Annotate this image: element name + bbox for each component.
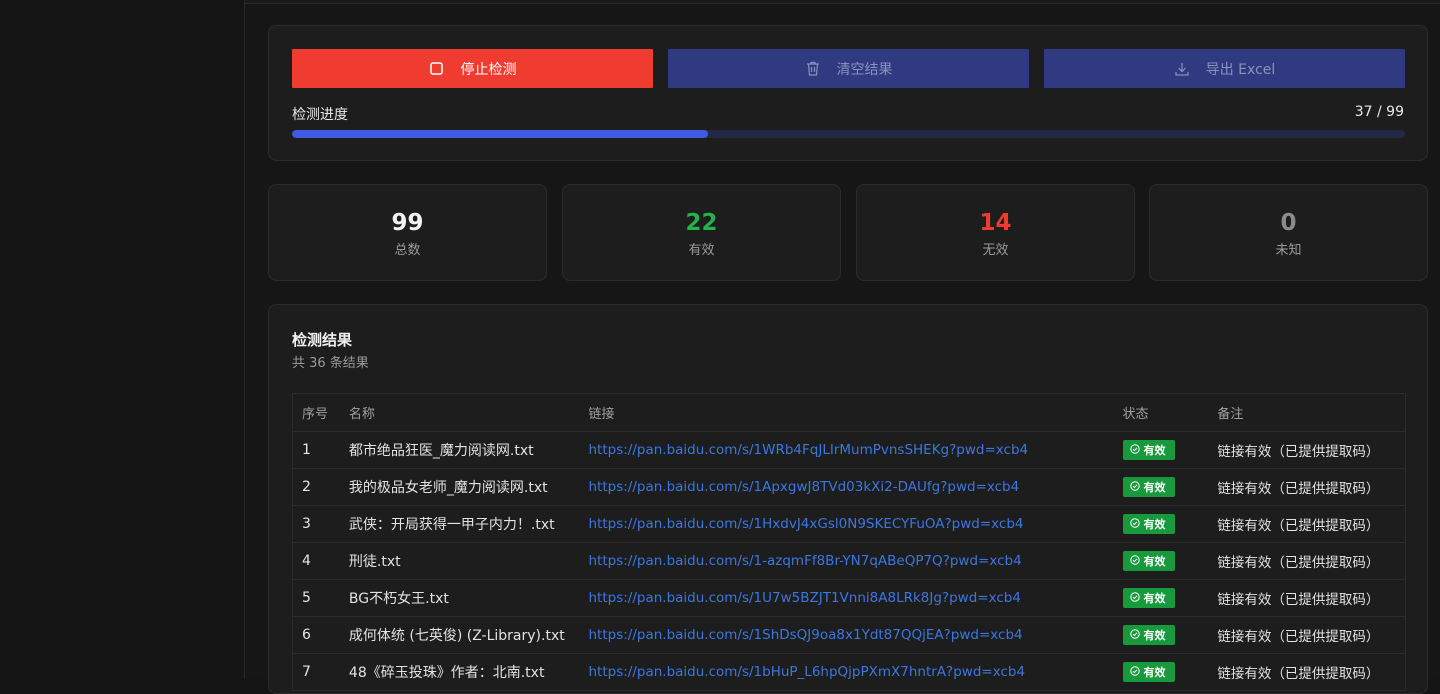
row-link[interactable]: https://pan.baidu.com/s/1bHuP_L6hpQjpPXm…: [588, 664, 1122, 680]
row-note: 链接有效（已提供提取码）: [1217, 666, 1380, 682]
status-text: 有效: [1143, 444, 1166, 457]
export-excel-button[interactable]: 导出 Excel: [1044, 49, 1405, 88]
status-badge: 有效: [1122, 477, 1175, 497]
table-row: 7 48《碎玉投珠》作者：北南.txt https://pan.baidu.co…: [293, 654, 1405, 691]
check-circle-icon: [1129, 554, 1140, 568]
row-index: 5: [302, 590, 311, 606]
row-index: 6: [302, 627, 311, 643]
row-name: 都市绝品狂医_魔力阅读网.txt: [348, 443, 534, 459]
check-circle-icon: [1129, 591, 1140, 605]
progress-bar-fill: [292, 130, 708, 138]
clear-results-label: 清空结果: [836, 61, 893, 78]
stat-label-total: 总数: [394, 243, 421, 258]
status-badge: 有效: [1122, 588, 1175, 608]
column-header-status: 状态: [1122, 407, 1149, 422]
stat-label-unknown: 未知: [1275, 243, 1302, 258]
clear-results-button[interactable]: 清空结果: [668, 49, 1029, 88]
table-row: 6 成何体统 (七英俊) (Z-Library).txt https://pan…: [293, 617, 1405, 654]
column-header-index: 序号: [302, 407, 329, 422]
stop-square-icon: [429, 61, 445, 77]
row-index: 3: [302, 516, 311, 532]
row-name: 48《碎玉投珠》作者：北南.txt: [348, 665, 545, 681]
progress-label: 检测进度: [292, 107, 348, 123]
progress-count: 37 / 99: [1354, 104, 1404, 120]
status-badge: 有效: [1122, 625, 1175, 645]
stat-value-unknown: 0: [1280, 210, 1297, 236]
check-circle-icon: [1129, 480, 1140, 494]
status-text: 有效: [1143, 592, 1166, 605]
check-circle-icon: [1129, 443, 1140, 457]
stat-label-invalid: 无效: [982, 243, 1009, 258]
check-circle-icon: [1129, 665, 1140, 679]
row-name: BG不朽女王.txt: [348, 591, 449, 607]
stat-card-invalid: 14 无效: [856, 184, 1135, 281]
status-text: 有效: [1143, 555, 1166, 568]
status-badge: 有效: [1122, 514, 1175, 534]
stop-detection-button[interactable]: 停止检测: [292, 49, 653, 88]
status-text: 有效: [1143, 666, 1166, 679]
export-excel-label: 导出 Excel: [1205, 61, 1276, 78]
row-note: 链接有效（已提供提取码）: [1217, 481, 1380, 497]
stop-detection-label: 停止检测: [460, 61, 517, 78]
results-table: 序号 名称 链接 状态 备注 1 都市绝品狂医_魔力阅读网.txt https:…: [292, 393, 1406, 691]
row-index: 4: [302, 553, 311, 569]
row-note: 链接有效（已提供提取码）: [1217, 444, 1380, 460]
row-name: 武侠：开局获得一甲子内力！.txt: [348, 517, 555, 533]
stat-value-total: 99: [391, 210, 424, 236]
control-panel: 停止检测 清空结果 导出 Excel 检测进度 37 / 99: [268, 25, 1428, 161]
stat-label-valid: 有效: [688, 243, 715, 258]
row-note: 链接有效（已提供提取码）: [1217, 629, 1380, 645]
trash-icon: [805, 61, 821, 77]
status-text: 有效: [1143, 481, 1166, 494]
download-icon: [1174, 61, 1190, 77]
table-row: 5 BG不朽女王.txt https://pan.baidu.com/s/1U7…: [293, 580, 1405, 617]
row-link[interactable]: https://pan.baidu.com/s/1HxdvJ4xGsl0N9SK…: [588, 516, 1122, 532]
check-circle-icon: [1129, 628, 1140, 642]
row-name: 成何体统 (七英俊) (Z-Library).txt: [348, 628, 565, 644]
row-index: 1: [302, 442, 311, 458]
stat-card-total: 99 总数: [268, 184, 547, 281]
row-link[interactable]: https://pan.baidu.com/s/1U7w5BZJT1Vnni8A…: [588, 590, 1122, 606]
stat-card-valid: 22 有效: [562, 184, 841, 281]
column-header-note: 备注: [1217, 407, 1244, 422]
progress-bar: [292, 130, 1405, 138]
results-panel: 检测结果 共 36 条结果 序号 名称 链接 状态 备注 1 都市绝品狂医_魔力…: [268, 304, 1428, 694]
table-row: 3 武侠：开局获得一甲子内力！.txt https://pan.baidu.co…: [293, 506, 1405, 543]
status-text: 有效: [1143, 518, 1166, 531]
row-index: 2: [302, 479, 311, 495]
status-badge: 有效: [1122, 440, 1175, 460]
row-name: 刑徒.txt: [348, 554, 401, 570]
row-link[interactable]: https://pan.baidu.com/s/1ShDsQJ9oa8x1Ydt…: [588, 627, 1122, 643]
table-row: 2 我的极品女老师_魔力阅读网.txt https://pan.baidu.co…: [293, 469, 1405, 506]
row-link[interactable]: https://pan.baidu.com/s/1ApxgwJ8TVd03kXi…: [588, 479, 1122, 495]
stat-value-valid: 22: [685, 210, 718, 236]
main-content: 停止检测 清空结果 导出 Excel 检测进度 37 / 99 99 总数 22…: [246, 4, 1440, 694]
row-index: 7: [302, 664, 311, 680]
column-header-link: 链接: [588, 407, 615, 422]
column-header-name: 名称: [348, 407, 375, 422]
stat-card-unknown: 0 未知: [1149, 184, 1428, 281]
status-badge: 有效: [1122, 662, 1175, 682]
table-header-row: 序号 名称 链接 状态 备注: [293, 394, 1405, 432]
table-row: 1 都市绝品狂医_魔力阅读网.txt https://pan.baidu.com…: [293, 432, 1405, 469]
results-title: 检测结果: [292, 331, 353, 349]
table-row: 4 刑徒.txt https://pan.baidu.com/s/1-azqmF…: [293, 543, 1405, 580]
status-text: 有效: [1143, 629, 1166, 642]
row-note: 链接有效（已提供提取码）: [1217, 592, 1380, 608]
status-badge: 有效: [1122, 551, 1175, 571]
row-name: 我的极品女老师_魔力阅读网.txt: [348, 480, 548, 496]
row-note: 链接有效（已提供提取码）: [1217, 518, 1380, 534]
results-count: 共 36 条结果: [292, 356, 369, 371]
row-link[interactable]: https://pan.baidu.com/s/1-azqmFf8Br-YN7q…: [588, 553, 1122, 569]
row-link[interactable]: https://pan.baidu.com/s/1WRb4FqJLIrMumPv…: [588, 442, 1122, 458]
check-circle-icon: [1129, 517, 1140, 531]
stat-value-invalid: 14: [979, 210, 1012, 236]
row-note: 链接有效（已提供提取码）: [1217, 555, 1380, 571]
sidebar: [0, 0, 245, 679]
